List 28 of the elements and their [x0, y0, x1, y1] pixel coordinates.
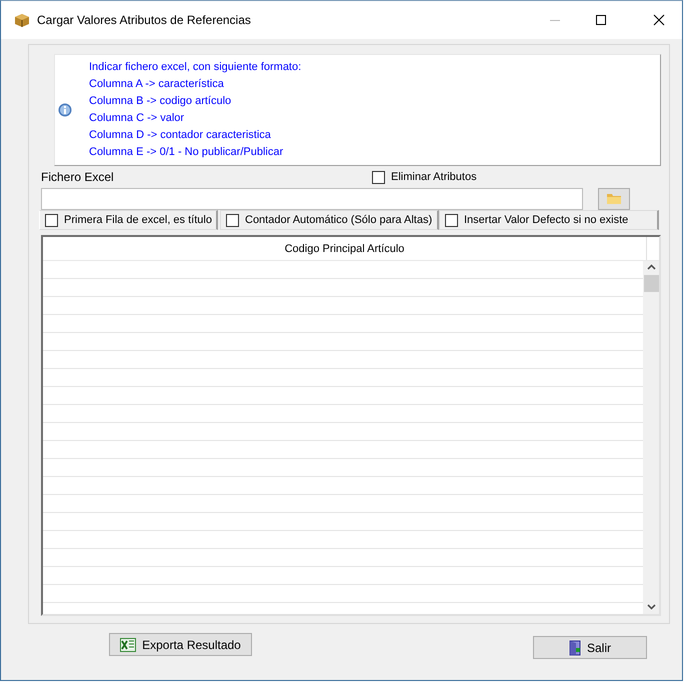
checkbox-label[interactable]: Eliminar Atributos [391, 171, 477, 183]
exit-button[interactable]: Salir [533, 636, 647, 659]
column-header[interactable]: Codigo Principal Artículo [43, 237, 647, 260]
info-text: Columna A -> característica [89, 78, 225, 91]
field-label: Fichero Excel [41, 170, 115, 184]
scroll-thumb[interactable] [644, 275, 658, 292]
spreadsheet-icon [120, 638, 136, 652]
file-path-field[interactable] [41, 188, 583, 210]
window-title: Cargar Valores Atributos de Referencias [37, 13, 251, 27]
scrollbar[interactable] [643, 261, 659, 614]
door-icon [568, 640, 581, 656]
info-text: Columna B -> codigo artículo [89, 95, 232, 108]
scroll-up-icon[interactable] [646, 264, 656, 270]
scroll-down-icon[interactable] [646, 604, 656, 610]
checkbox[interactable] [445, 214, 458, 226]
info-text: Columna C -> valor [89, 112, 186, 125]
info-icon [58, 103, 72, 117]
checkbox[interactable] [372, 170, 385, 184]
maximize-icon[interactable] [595, 14, 607, 26]
info-text: Indicar fichero excel, con siguiente formato: [89, 61, 302, 74]
close-icon[interactable] [653, 14, 665, 26]
export-button[interactable]: Exporta Resultado [109, 633, 252, 656]
info-text: Columna E -> 0/1 - No publicar/Publicar [89, 146, 284, 159]
checkbox[interactable] [45, 214, 58, 226]
box-icon [14, 13, 30, 27]
folder-icon [606, 193, 622, 205]
checkbox[interactable] [226, 214, 239, 226]
info-text: Columna D -> contador caracteristica [89, 129, 272, 142]
